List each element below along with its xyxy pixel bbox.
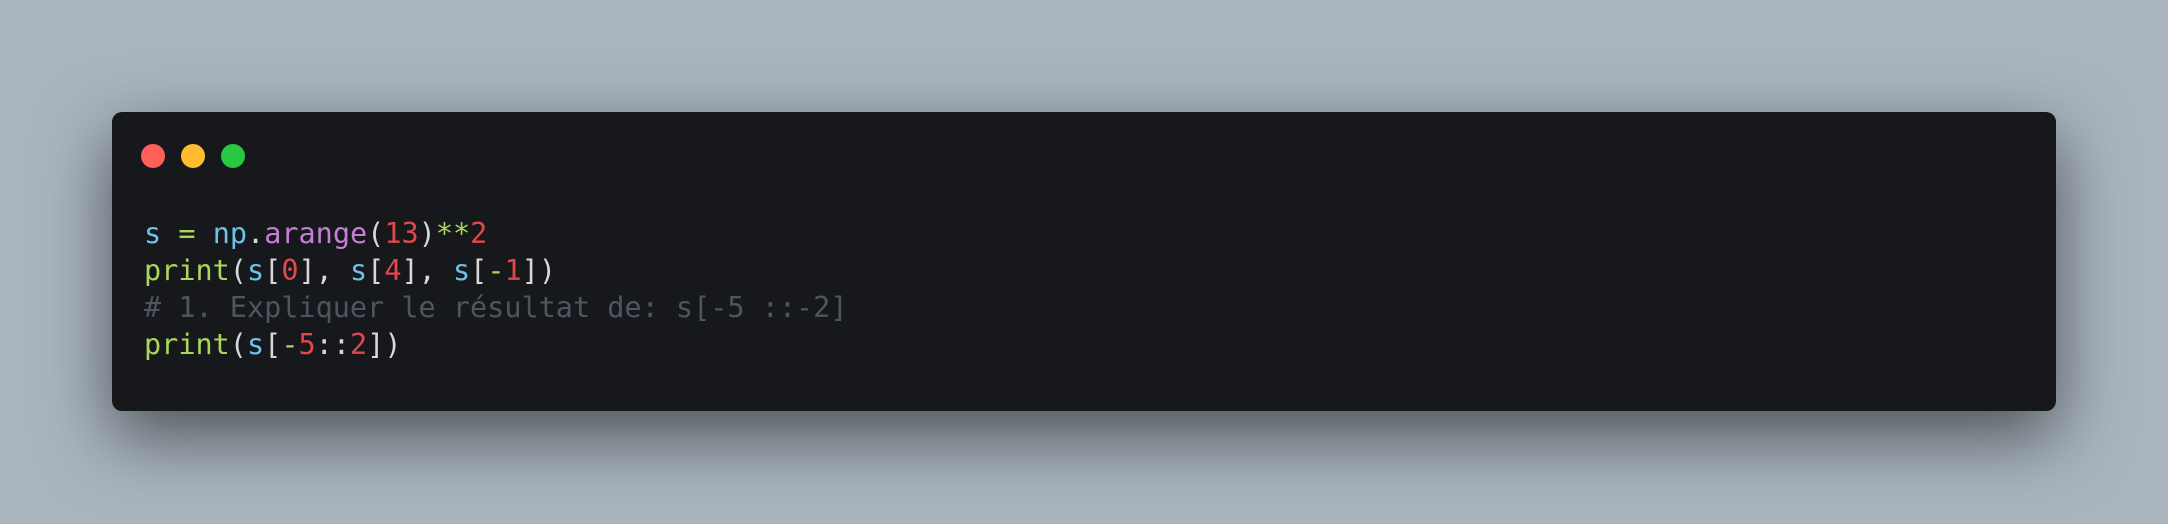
code-token-builtin-function: print bbox=[144, 254, 230, 287]
code-snippet-window: s = np.arange(13)**2 print(s[0], s[4], s[… bbox=[112, 112, 2056, 411]
code-token-comment: # 1. Expliquer le résultat de: s[-5 ::-2… bbox=[144, 291, 848, 324]
code-line: print(s[0], s[4], s[-1]) bbox=[144, 252, 848, 289]
code-token-punctuation: [ bbox=[264, 328, 282, 361]
code-token-operator: - bbox=[487, 254, 505, 287]
code-line: # 1. Expliquer le résultat de: s[-5 ::-2… bbox=[144, 289, 848, 326]
code-token-operator: = bbox=[178, 217, 196, 250]
code-token-punctuation: ( bbox=[229, 254, 247, 287]
code-token-identifier: np bbox=[212, 217, 248, 250]
code-token-number-literal: 5 bbox=[298, 328, 316, 361]
window-controls bbox=[141, 144, 245, 168]
code-token-punctuation: [ bbox=[264, 254, 282, 287]
code-token-punctuation bbox=[196, 217, 213, 250]
code-token-identifier: s bbox=[246, 254, 265, 287]
code-token-number-literal: 0 bbox=[281, 254, 299, 287]
code-token-identifier: s bbox=[246, 328, 265, 361]
code-block: s = np.arange(13)**2 print(s[0], s[4], s[… bbox=[144, 215, 848, 363]
code-line: print(s[-5::2]) bbox=[144, 326, 848, 363]
code-token-number-literal: 4 bbox=[384, 254, 402, 287]
code-token-function-name: arange bbox=[264, 217, 368, 250]
code-token-number-literal: 2 bbox=[349, 328, 368, 361]
code-token-punctuation: ( bbox=[367, 217, 385, 250]
code-token-identifier: s bbox=[349, 254, 368, 287]
code-token-punctuation: [ bbox=[470, 254, 488, 287]
code-token-identifier: s bbox=[144, 217, 162, 250]
code-token-punctuation: ) bbox=[418, 217, 436, 250]
code-token-punctuation: ]) bbox=[367, 328, 402, 361]
code-token-number-literal: 2 bbox=[470, 217, 488, 250]
code-token-operator: ** bbox=[435, 217, 471, 250]
code-token-number-literal: 1 bbox=[504, 254, 522, 287]
minimize-window-icon[interactable] bbox=[181, 144, 205, 168]
code-token-punctuation: . bbox=[247, 217, 265, 250]
code-line: s = np.arange(13)**2 bbox=[144, 215, 848, 252]
code-token-identifier: s bbox=[452, 254, 471, 287]
code-token-builtin-function: print bbox=[144, 328, 230, 361]
code-token-punctuation bbox=[161, 217, 178, 250]
code-token-punctuation: ]) bbox=[521, 254, 556, 287]
code-token-number-literal: 13 bbox=[384, 217, 419, 250]
maximize-window-icon[interactable] bbox=[221, 144, 245, 168]
code-token-punctuation: ( bbox=[229, 328, 247, 361]
code-token-operator: - bbox=[281, 328, 299, 361]
code-token-punctuation: :: bbox=[315, 328, 350, 361]
code-token-punctuation: ], bbox=[401, 254, 453, 287]
code-token-punctuation: [ bbox=[367, 254, 385, 287]
code-token-punctuation: ], bbox=[298, 254, 350, 287]
close-window-icon[interactable] bbox=[141, 144, 165, 168]
